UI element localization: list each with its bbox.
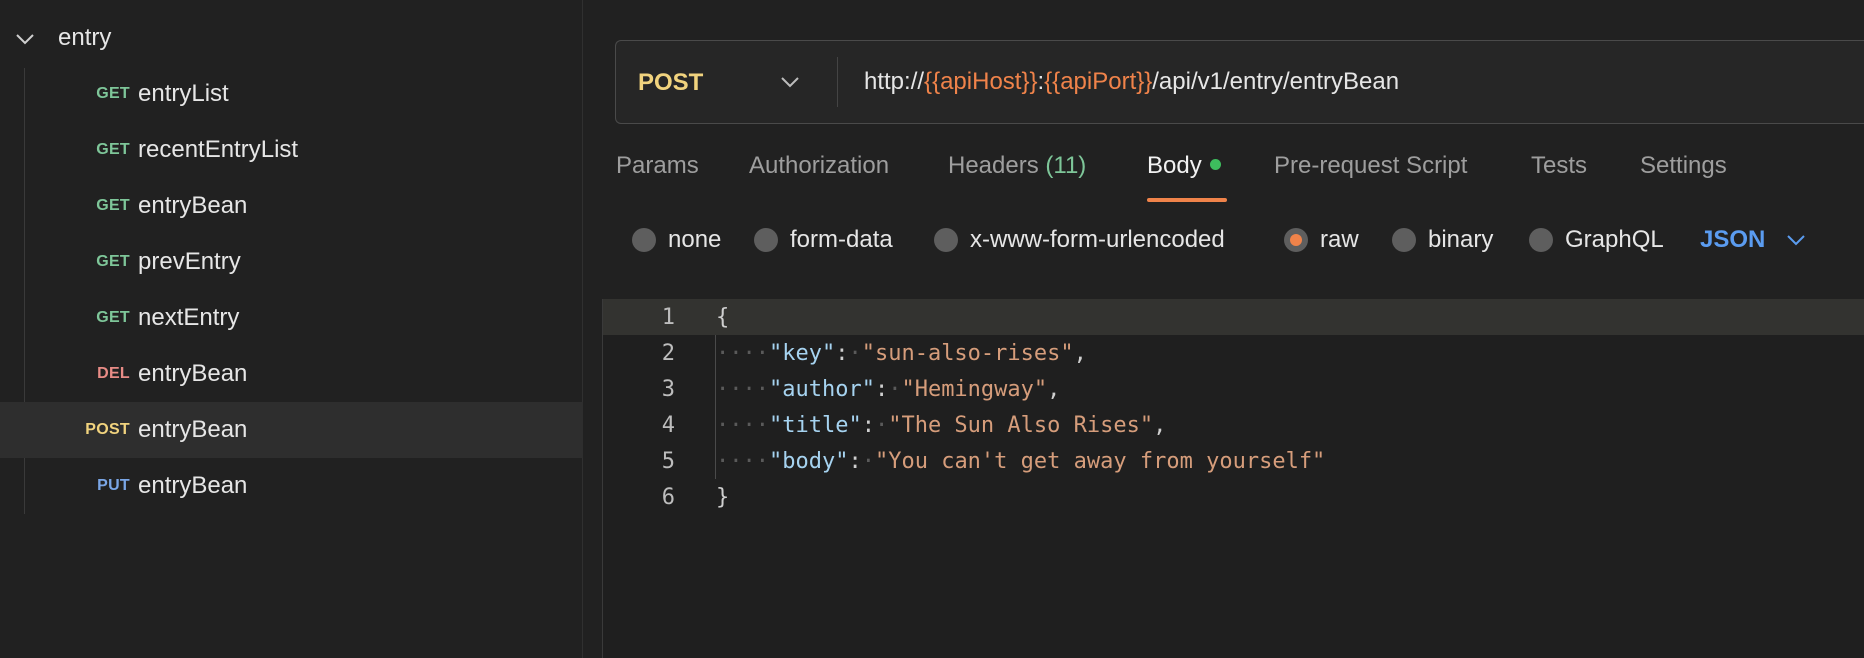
radio-label: binary (1428, 226, 1494, 253)
tab-headers-label: Headers (948, 152, 1039, 179)
headers-count: (11) (1045, 152, 1087, 179)
code-line: ····"title":·"The Sun Also Rises", (716, 413, 1167, 438)
request-name: recentEntryList (138, 136, 299, 163)
request-name: prevEntry (138, 248, 241, 275)
json-value: "The Sun Also Rises" (888, 413, 1154, 438)
request-item-active[interactable]: POST entryBean (0, 402, 583, 458)
tab-tests[interactable]: Tests (1531, 152, 1587, 180)
request-item[interactable]: DEL entryBean (0, 346, 583, 402)
line-number: 5 (661, 449, 675, 474)
radio-icon (1392, 228, 1416, 252)
language-value: JSON (1700, 226, 1766, 253)
url-bar: POST http://{{apiHost}}:{{apiPort}}/api/… (615, 40, 1864, 124)
folder-entry[interactable]: entry (0, 16, 583, 60)
json-key: "key" (768, 341, 836, 366)
tab-authorization[interactable]: Authorization (749, 152, 889, 180)
json-value: "sun-also-rises" (861, 341, 1074, 366)
request-item[interactable]: GET recentEntryList (0, 122, 583, 178)
request-item[interactable]: GET entryList (0, 66, 583, 122)
radio-binary[interactable]: binary (1392, 226, 1493, 254)
tab-body-label: Body (1147, 152, 1202, 179)
radio-x-www-form-urlencoded[interactable]: x-www-form-urlencoded (934, 226, 1225, 254)
tab-body[interactable]: Body (1147, 152, 1221, 180)
active-tab-indicator (1147, 198, 1227, 202)
url-input[interactable]: http://{{apiHost}}:{{apiPort}}/api/v1/en… (864, 68, 1399, 96)
json-comma: , (1047, 377, 1061, 402)
line-number: 2 (661, 341, 675, 366)
line-number: 3 (661, 377, 675, 402)
method-badge: DEL (97, 365, 130, 382)
method-badge: GET (96, 253, 130, 270)
radio-icon (754, 228, 778, 252)
request-name: entryBean (138, 416, 248, 443)
request-name: entryList (138, 80, 229, 107)
tab-params[interactable]: Params (616, 152, 699, 180)
line-number: 6 (661, 485, 675, 510)
json-value: "Hemingway" (901, 377, 1048, 402)
request-name: entryBean (138, 360, 248, 387)
method-value: POST (638, 69, 704, 96)
method-badge: GET (96, 309, 130, 326)
json-value: "You can't get away from yourself" (874, 449, 1326, 474)
method-badge: GET (96, 141, 130, 158)
method-select[interactable]: POST (616, 41, 838, 123)
code-line: ····"key":·"sun-also-rises", (716, 341, 1087, 366)
radio-none[interactable]: none (632, 226, 721, 254)
current-line-highlight (603, 299, 1864, 335)
json-comma: , (1073, 341, 1087, 366)
radio-raw[interactable]: raw (1284, 226, 1359, 254)
folder-label: entry (58, 24, 112, 51)
radio-label: GraphQL (1565, 226, 1664, 253)
code-line: } (716, 485, 730, 510)
url-variable-host: {{apiHost}} (924, 68, 1038, 95)
code-line: ····"author":·"Hemingway", (716, 377, 1061, 402)
code-editor[interactable]: 1 2 3 4 5 6 { ····"key":·"sun-also-rises… (602, 299, 1864, 658)
tab-settings[interactable]: Settings (1640, 152, 1727, 180)
radio-selected-icon (1284, 228, 1308, 252)
code-line: { (716, 305, 730, 330)
divider (837, 57, 838, 107)
language-select[interactable]: JSON (1700, 226, 1807, 254)
tab-headers[interactable]: Headers (11) (948, 152, 1086, 180)
request-item[interactable]: GET nextEntry (0, 290, 583, 346)
request-item[interactable]: PUT entryBean (0, 458, 583, 514)
url-variable-port: {{apiPort}} (1044, 68, 1153, 95)
method-badge: POST (85, 421, 130, 438)
line-number: 1 (661, 305, 675, 330)
request-item[interactable]: GET prevEntry (0, 234, 583, 290)
line-number: 4 (661, 413, 675, 438)
code-line: ····"body":·"You can't get away from you… (716, 449, 1326, 474)
radio-icon (934, 228, 958, 252)
request-name: entryBean (138, 192, 248, 219)
radio-label: form-data (790, 226, 893, 253)
tab-prerequest-script[interactable]: Pre-request Script (1274, 152, 1467, 180)
method-badge: PUT (97, 477, 130, 494)
json-comma: , (1153, 413, 1167, 438)
request-name: entryBean (138, 472, 248, 499)
url-prefix: http:// (864, 68, 925, 95)
radio-form-data[interactable]: form-data (754, 226, 893, 254)
radio-icon (1529, 228, 1553, 252)
radio-icon (632, 228, 656, 252)
json-key: "title" (768, 413, 862, 438)
method-badge: GET (96, 85, 130, 102)
request-item[interactable]: GET entryBean (0, 178, 583, 234)
json-key: "body" (768, 449, 849, 474)
radio-label: x-www-form-urlencoded (970, 226, 1225, 253)
radio-label: none (668, 226, 722, 253)
chevron-down-icon[interactable] (14, 28, 36, 50)
chevron-down-icon (781, 77, 799, 88)
radio-graphql[interactable]: GraphQL (1529, 226, 1664, 254)
url-path: /api/v1/entry/entryBean (1152, 68, 1400, 95)
status-dot-icon (1209, 159, 1221, 171)
request-name: nextEntry (138, 304, 240, 331)
method-badge: GET (96, 197, 130, 214)
collection-sidebar: entry GET entryList GET recentEntryList … (0, 0, 583, 658)
json-key: "author" (768, 377, 875, 402)
chevron-down-icon (1787, 235, 1806, 246)
radio-label: raw (1320, 226, 1359, 253)
